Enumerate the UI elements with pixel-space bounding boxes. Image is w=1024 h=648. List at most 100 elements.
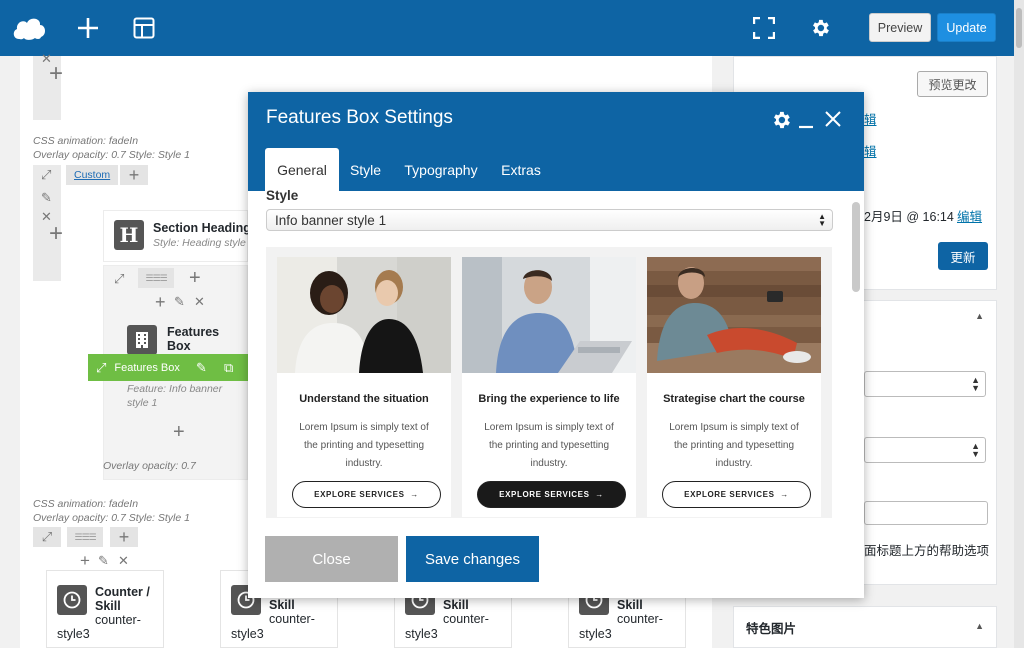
card-title: Bring the experience to life	[478, 393, 620, 405]
preview-changes-button[interactable]: 预览更改	[917, 71, 988, 97]
drag-grip[interactable]: ☰☰☰	[67, 527, 103, 547]
counter-style: style3	[579, 627, 612, 641]
publish-date: 2月9日 @ 16:14	[864, 210, 954, 224]
features-box-title-2: Box	[167, 339, 191, 353]
gear-icon[interactable]	[804, 12, 836, 44]
features-box-active-bar[interactable]: ⤢ Features Box ✎ ⧉	[88, 354, 248, 381]
style-select[interactable]: Info banner style 1 ▲ ▼	[266, 209, 833, 231]
arrow-right-icon: →	[595, 490, 604, 499]
attribute-input[interactable]	[864, 501, 988, 525]
modal-settings-icon[interactable]	[770, 109, 792, 136]
move-icon[interactable]: ⤢	[41, 168, 51, 181]
tab-general[interactable]: General	[265, 148, 339, 191]
explore-services-button[interactable]: EXPLORE SERVICES →	[477, 481, 626, 508]
inner-overlay-meta: Overlay opacity: 0.7	[103, 460, 196, 472]
counter-title: counter-	[269, 612, 315, 626]
section-heading-title: Section Heading	[153, 221, 251, 235]
arrow-right-icon: →	[410, 490, 419, 499]
card-description: Lorem Ipsum is simply text of the printi…	[299, 422, 429, 469]
page-scrollbar[interactable]	[1014, 0, 1024, 648]
section-heading-subtitle: Style: Heading style	[153, 237, 246, 249]
edit-link[interactable]: 辑	[864, 109, 877, 128]
counter-style: style3	[57, 627, 90, 641]
featured-image-panel: 特色图片 ▲	[733, 606, 997, 648]
add-column-icon[interactable]: +	[120, 165, 148, 185]
arrow-right-icon: →	[780, 490, 789, 499]
edit-link[interactable]: 辑	[864, 141, 877, 160]
page-scrollbar-thumb[interactable]	[1016, 8, 1022, 48]
counter-title: Skill	[617, 598, 643, 612]
minimize-icon[interactable]	[797, 110, 815, 135]
preview-card: Strategise chart the course Lorem Ipsum …	[647, 257, 821, 517]
collapse-caret-icon[interactable]: ▲	[975, 621, 984, 631]
add-icon[interactable]: +	[173, 422, 185, 442]
close-icon[interactable]	[825, 111, 841, 132]
row-meta: Overlay opacity: 0.7 Style: Style 1	[33, 512, 190, 524]
move-icon[interactable]: ⤢	[114, 272, 124, 285]
tab-style[interactable]: Style	[344, 148, 387, 191]
counter-title: counter-	[443, 612, 489, 626]
move-icon[interactable]: ⤢	[96, 360, 106, 376]
edit-pencil-icon[interactable]: ✎	[98, 554, 109, 567]
photo-man-sitting-phone	[647, 257, 821, 373]
custom-tag[interactable]: Custom	[66, 165, 119, 185]
update-post-button[interactable]: 更新	[938, 242, 988, 270]
heading-icon: H	[114, 220, 144, 250]
cloud-logo-icon[interactable]	[10, 12, 48, 44]
add-icon[interactable]: +	[49, 62, 63, 86]
select-arrows-icon: ▲ ▼	[971, 441, 980, 459]
drag-grip[interactable]: ☰☰☰	[138, 268, 174, 288]
layout-icon[interactable]	[128, 12, 160, 44]
select-arrows-icon: ▲ ▼	[971, 375, 980, 393]
features-box-bar-label: Features Box	[114, 361, 180, 374]
counter-title: Skill	[269, 598, 295, 612]
update-button[interactable]: Update	[937, 13, 996, 42]
row-meta: CSS animation: fadeIn	[33, 498, 139, 510]
tab-typography[interactable]: Typography	[400, 148, 482, 191]
edit-pencil-icon[interactable]: ✎	[41, 191, 52, 204]
preview-card: Understand the situation Lorem Ipsum is …	[277, 257, 451, 517]
date-edit-link[interactable]: 编辑	[957, 206, 982, 225]
modal-scrollbar-thumb[interactable]	[852, 202, 860, 292]
counter-style: style3	[231, 627, 264, 641]
edit-pencil-icon[interactable]: ✎	[196, 360, 207, 376]
fullscreen-icon[interactable]	[748, 12, 780, 44]
photo-two-women	[277, 257, 451, 373]
card-title: Understand the situation	[299, 393, 429, 405]
counter-style: style3	[405, 627, 438, 641]
modal-footer: Close Save changes	[248, 518, 864, 598]
attribute-select[interactable]: ▲ ▼	[864, 437, 986, 463]
explore-services-button[interactable]: EXPLORE SERVICES →	[662, 481, 811, 508]
remove-icon[interactable]: ✕	[118, 554, 129, 567]
duplicate-icon[interactable]: ⧉	[224, 360, 233, 376]
add-icon[interactable]: +	[80, 552, 90, 569]
counter-title: Skill	[95, 599, 121, 613]
card-description: Lorem Ipsum is simply text of the printi…	[484, 422, 614, 469]
explore-services-button[interactable]: EXPLORE SERVICES →	[292, 481, 441, 508]
style-field-label: Style	[266, 188, 299, 203]
add-icon[interactable]: +	[189, 268, 201, 288]
close-button[interactable]: Close	[265, 536, 398, 582]
counter-title: counter-	[617, 612, 663, 626]
counter-card[interactable]: Counter / Skill counter- style3	[46, 570, 164, 648]
features-box-title: Features	[167, 325, 220, 339]
button-label: EXPLORE SERVICES	[314, 490, 405, 499]
preview-card: Bring the experience to life Lorem Ipsum…	[462, 257, 636, 517]
add-element-icon[interactable]	[72, 12, 104, 44]
add-column-icon[interactable]: +	[110, 527, 138, 547]
top-toolbar: Preview Update	[0, 0, 1024, 56]
collapse-caret-icon[interactable]: ▲	[975, 311, 984, 321]
add-icon[interactable]: +	[49, 222, 63, 246]
attribute-select[interactable]: ▲ ▼	[864, 371, 986, 397]
tab-extras[interactable]: Extras	[496, 148, 546, 191]
style-preview: Understand the situation Lorem Ipsum is …	[266, 247, 832, 527]
add-icon[interactable]: +	[155, 293, 166, 311]
counter-title: Skill	[443, 598, 469, 612]
remove-icon[interactable]: ✕	[194, 295, 205, 308]
preview-button[interactable]: Preview	[869, 13, 931, 42]
row-meta: Overlay opacity: 0.7 Style: Style 1	[33, 149, 190, 161]
move-handle[interactable]: ⤢	[33, 527, 61, 547]
save-changes-button[interactable]: Save changes	[406, 536, 539, 582]
edit-pencil-icon[interactable]: ✎	[174, 295, 185, 308]
featured-image-title: 特色图片	[746, 622, 797, 636]
